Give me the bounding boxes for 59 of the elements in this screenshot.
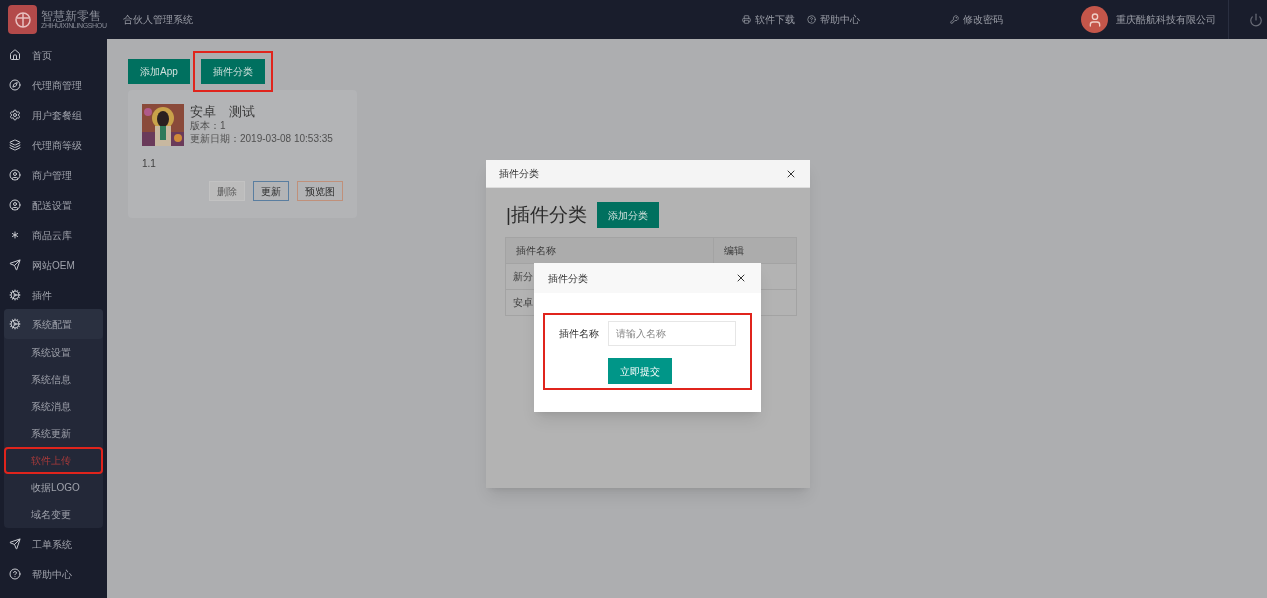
- sidebar-item[interactable]: 商品云库: [4, 220, 103, 250]
- app-title: 安卓 测试: [190, 104, 256, 121]
- dialog-heading: |插件分类: [506, 203, 587, 227]
- sidebar-item[interactable]: 系统配置: [4, 309, 103, 339]
- sidebar-item[interactable]: 工单系统: [4, 529, 103, 559]
- app-description: 1.1: [142, 157, 157, 171]
- sidebar-item[interactable]: 商户管理: [4, 160, 103, 190]
- key-icon: [950, 15, 959, 24]
- sidebar-item[interactable]: 帮助中心: [4, 559, 103, 589]
- sidebar-item[interactable]: 首页: [4, 40, 103, 70]
- power-icon[interactable]: [1249, 12, 1263, 27]
- app-version: 版本：1: [190, 120, 227, 133]
- submenu-item[interactable]: 域名变更: [4, 501, 103, 528]
- menu-icon: [9, 289, 21, 301]
- avatar[interactable]: [1081, 6, 1108, 33]
- menu-icon: [9, 169, 21, 181]
- card-action-button[interactable]: 删除: [209, 181, 245, 201]
- submenu-item[interactable]: 系统消息: [4, 393, 103, 420]
- toolbar-button[interactable]: 添加App: [128, 59, 190, 84]
- menu-icon: [9, 79, 21, 91]
- system-name: 合伙人管理系统: [123, 13, 193, 27]
- menu-icon: [9, 139, 21, 151]
- logo-title: 智慧新零售: [41, 10, 102, 22]
- sidebar-item[interactable]: 插件: [4, 280, 103, 310]
- card-action-button[interactable]: 更新: [253, 181, 289, 201]
- sidebar-item[interactable]: 代理商管理: [4, 70, 103, 100]
- dialog-title: 插件分类: [548, 271, 588, 286]
- submit-button[interactable]: 立即提交: [608, 358, 672, 384]
- menu-icon: [9, 199, 21, 211]
- user-name: 重庆酷航科技有限公司: [1116, 13, 1216, 27]
- submenu-item[interactable]: 系统更新: [4, 420, 103, 447]
- header-link[interactable]: 软件下载: [742, 12, 795, 27]
- menu-icon: [9, 568, 21, 580]
- app-updated: 更新日期：2019-03-08 10:53:35: [190, 132, 333, 146]
- submenu-item[interactable]: 系统设置: [4, 339, 103, 366]
- header-link[interactable]: 帮助中心: [807, 12, 860, 27]
- menu-icon: [9, 109, 21, 121]
- menu-icon: [9, 259, 21, 271]
- menu-icon: [9, 49, 21, 61]
- menu-icon: [9, 538, 21, 550]
- dialog-title: 插件分类: [499, 167, 539, 181]
- help-icon: [807, 15, 816, 24]
- menu-icon: [9, 318, 21, 330]
- card-action-button[interactable]: 预览图: [297, 181, 343, 201]
- toolbar-button[interactable]: 插件分类: [200, 59, 265, 84]
- sidebar-item[interactable]: 用户套餐组: [4, 100, 103, 130]
- close-icon[interactable]: [735, 272, 747, 284]
- name-input[interactable]: 请输入名称: [608, 321, 736, 346]
- field-label: 插件名称: [559, 327, 599, 341]
- header-link[interactable]: 修改密码: [950, 12, 1003, 27]
- menu-icon: [9, 229, 21, 241]
- sidebar-item[interactable]: 配送设置: [4, 190, 103, 220]
- printer-icon: [742, 15, 751, 24]
- sidebar-item[interactable]: 网站OEM: [4, 250, 103, 280]
- sidebar-item[interactable]: 代理商等级: [4, 130, 103, 160]
- logo-icon: [8, 5, 37, 34]
- submenu-item[interactable]: 系统信息: [4, 366, 103, 393]
- submenu-item[interactable]: 收据LOGO: [4, 474, 103, 501]
- add-category-button[interactable]: 添加分类: [596, 202, 659, 229]
